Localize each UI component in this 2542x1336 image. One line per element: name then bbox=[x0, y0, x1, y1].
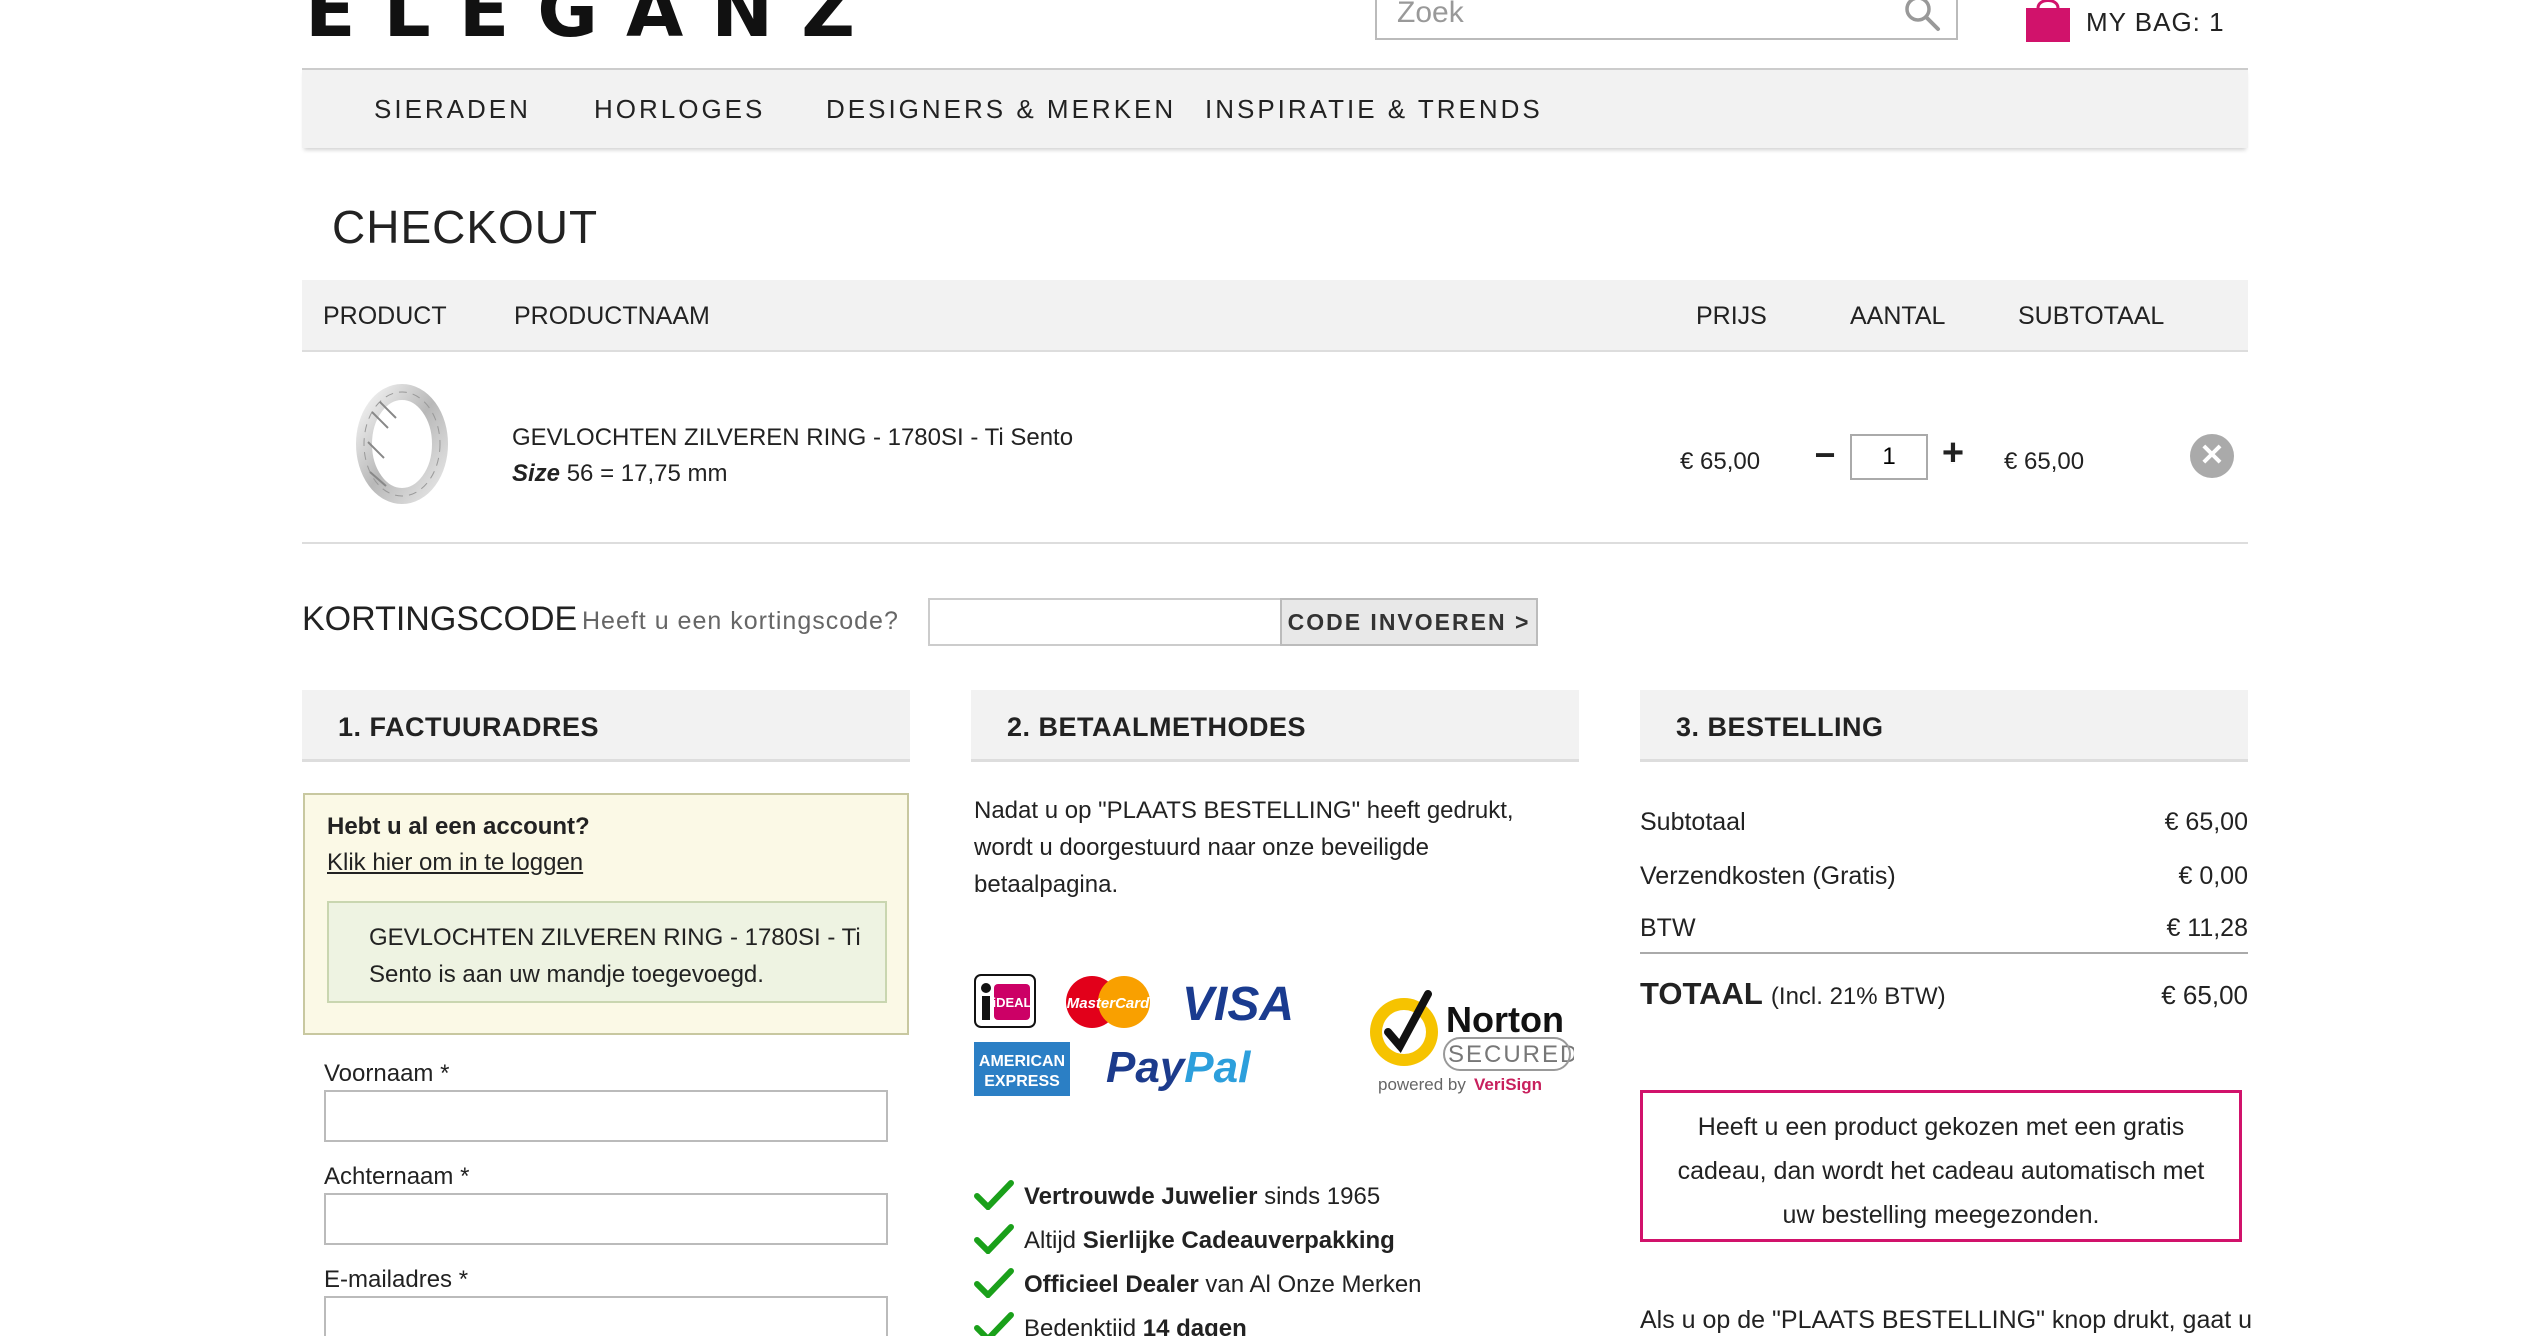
usp-bold: Vertrouwde Juwelier bbox=[1024, 1183, 1258, 1210]
decrease-quantity-button[interactable]: − bbox=[1810, 434, 1840, 476]
silver-ring-icon[interactable] bbox=[350, 382, 450, 512]
summary-row-shipping: Verzendkosten (Gratis) € 0,00 bbox=[1640, 862, 2248, 891]
page-title: CHECKOUT bbox=[332, 201, 599, 253]
email-label: E-mailadres * bbox=[324, 1266, 469, 1293]
last-name-label: Achternaam * bbox=[324, 1163, 470, 1190]
product-name[interactable]: GEVLOCHTEN ZILVEREN RING - 1780SI - Ti S… bbox=[512, 424, 1073, 452]
item-price: € 65,00 bbox=[1680, 448, 1761, 475]
summary-value: € 11,28 bbox=[2166, 914, 2248, 942]
coupon-hint: Heeft u een kortingscode? bbox=[582, 607, 899, 635]
paypal-icon: PayPal bbox=[1106, 1043, 1251, 1092]
account-question: Hebt u al een account? bbox=[327, 813, 590, 840]
summary-value: € 65,00 bbox=[2164, 808, 2248, 836]
size-value: 56 = 17,75 mm bbox=[566, 460, 728, 487]
total-label: TOTAAL (Incl. 21% BTW) bbox=[1640, 976, 1946, 1012]
col-product: PRODUCT bbox=[323, 302, 447, 330]
col-subtotal: SUBTOTAAL bbox=[2018, 302, 2165, 330]
summary-label: Verzendkosten (Gratis) bbox=[1640, 862, 1896, 890]
email-field[interactable] bbox=[324, 1296, 888, 1336]
increase-quantity-button[interactable]: + bbox=[1938, 432, 1968, 475]
usp-bold: Officieel Dealer bbox=[1024, 1271, 1199, 1298]
login-link[interactable]: Klik hier om in te loggen bbox=[327, 849, 583, 877]
coupon-code-input[interactable] bbox=[928, 598, 1282, 646]
total-title: TOTAAL bbox=[1640, 976, 1763, 1011]
nav-item-designers-merken[interactable]: DESIGNERS & MERKEN bbox=[826, 94, 1176, 125]
cart-table-header: PRODUCT PRODUCTNAAM PRIJS AANTAL SUBTOTA… bbox=[302, 280, 2248, 352]
shopping-bag-icon[interactable] bbox=[2024, 0, 2072, 42]
order-instruction-text: Als u op de "PLAATS BESTELLING" knop dru… bbox=[1640, 1306, 2253, 1334]
amex-icon: AMERICAN EXPRESS bbox=[974, 1042, 1070, 1096]
usp-text: Bedenktijd bbox=[1024, 1315, 1143, 1336]
paypal-text-b: Pal bbox=[1184, 1043, 1251, 1092]
checkmark-icon bbox=[974, 1180, 1014, 1210]
size-label: Size bbox=[512, 460, 561, 487]
col-quantity: AANTAL bbox=[1850, 302, 1946, 330]
mastercard-text: MasterCard bbox=[1067, 995, 1150, 1012]
nav-item-sieraden[interactable]: SIERADEN bbox=[374, 94, 531, 125]
nav-item-horloges[interactable]: HORLOGES bbox=[594, 94, 765, 125]
my-bag-label[interactable]: MY BAG: 1 bbox=[2086, 7, 2225, 38]
visa-icon: VISA bbox=[1182, 978, 1294, 1028]
summary-label: BTW bbox=[1640, 914, 1696, 942]
nav-item-inspiratie-trends[interactable]: INSPIRATIE & TRENDS bbox=[1205, 94, 1543, 125]
mastercard-icon: MasterCard bbox=[1066, 976, 1150, 1028]
norton-powered-text: powered by bbox=[1378, 1075, 1466, 1094]
search-box[interactable] bbox=[1375, 0, 1958, 40]
apply-coupon-button[interactable]: CODE INVOEREN > bbox=[1280, 598, 1538, 646]
summary-row-vat: BTW € 11,28 bbox=[1640, 914, 2248, 943]
usp-bold: Sierlijke Cadeauverpakking bbox=[1082, 1227, 1395, 1254]
usp-item: Bedenktijd 14 dagen bbox=[974, 1312, 1247, 1336]
amex-text-1: AMERICAN bbox=[979, 1053, 1065, 1070]
usp-text: van Al Onze Merken bbox=[1198, 1271, 1422, 1298]
magnifier-icon[interactable] bbox=[1902, 0, 1942, 32]
summary-divider bbox=[1640, 952, 2248, 954]
paypal-text-a: Pay bbox=[1106, 1043, 1187, 1092]
eleganz-logo[interactable]: ELEGANZ bbox=[305, 0, 883, 48]
cart-added-notice: GEVLOCHTEN ZILVEREN RING - 1780SI - Ti S… bbox=[327, 901, 887, 1003]
payment-description: Nadat u op "PLAATS BESTELLING" heeft ged… bbox=[974, 797, 1514, 898]
search-input[interactable] bbox=[1397, 0, 1877, 30]
usp-text: Altijd bbox=[1024, 1227, 1083, 1254]
payment-heading: 2. BETAALMETHODES bbox=[971, 690, 1579, 762]
product-size: Size 56 = 17,75 mm bbox=[512, 460, 727, 488]
cart-row: GEVLOCHTEN ZILVEREN RING - 1780SI - Ti S… bbox=[302, 352, 2248, 544]
gift-notice: Heeft u een product gekozen met een grat… bbox=[1640, 1090, 2242, 1242]
usp-text: sinds 1965 bbox=[1257, 1183, 1381, 1210]
total-note: (Incl. 21% BTW) bbox=[1770, 983, 1946, 1010]
visa-text: VISA bbox=[1182, 978, 1294, 1028]
usp-item: Altijd Sierlijke Cadeauverpakking bbox=[974, 1224, 1395, 1255]
checkmark-icon bbox=[974, 1224, 1014, 1254]
ideal-icon: iDEAL bbox=[974, 974, 1036, 1028]
col-productname: PRODUCTNAAM bbox=[514, 302, 710, 330]
first-name-field[interactable] bbox=[324, 1090, 888, 1142]
first-name-label: Voornaam * bbox=[324, 1060, 450, 1087]
summary-value: € 0,00 bbox=[2178, 862, 2248, 890]
last-name-field[interactable] bbox=[324, 1193, 888, 1245]
account-box: Hebt u al een account? Klik hier om in t… bbox=[303, 793, 909, 1035]
quantity-input[interactable] bbox=[1850, 434, 1928, 480]
amex-text-2: EXPRESS bbox=[984, 1073, 1060, 1090]
ideal-text: iDEAL bbox=[993, 995, 1032, 1010]
summary-label: Subtotaal bbox=[1640, 808, 1746, 836]
main-nav: SIERADEN HORLOGES DESIGNERS & MERKEN INS… bbox=[302, 68, 2248, 148]
usp-bold: 14 dagen bbox=[1142, 1315, 1247, 1336]
usp-item: Officieel Dealer van Al Onze Merken bbox=[974, 1268, 1422, 1299]
checkmark-icon bbox=[974, 1268, 1014, 1298]
col-price: PRIJS bbox=[1696, 302, 1767, 330]
remove-circle-icon[interactable]: ✕ bbox=[2190, 434, 2234, 478]
order-heading: 3. BESTELLING bbox=[1640, 690, 2248, 762]
verisign-text: VeriSign bbox=[1474, 1075, 1542, 1094]
checkmark-icon bbox=[974, 1312, 1014, 1336]
coupon-label: KORTINGSCODE bbox=[302, 600, 578, 638]
item-subtotal: € 65,00 bbox=[2004, 448, 2085, 475]
norton-secured-icon: Norton SECURED powered by VeriSign bbox=[1370, 990, 1574, 1094]
norton-secured-text: SECURED bbox=[1448, 1041, 1574, 1068]
svg-text:PayPal: PayPal bbox=[1106, 1043, 1251, 1092]
norton-text: Norton bbox=[1446, 999, 1564, 1040]
billing-heading: 1. FACTUURADRES bbox=[302, 690, 910, 762]
summary-row-subtotal: Subtotaal € 65,00 bbox=[1640, 808, 2248, 837]
total-value: € 65,00 bbox=[2161, 980, 2248, 1010]
usp-item: Vertrouwde Juwelier sinds 1965 bbox=[974, 1180, 1380, 1211]
